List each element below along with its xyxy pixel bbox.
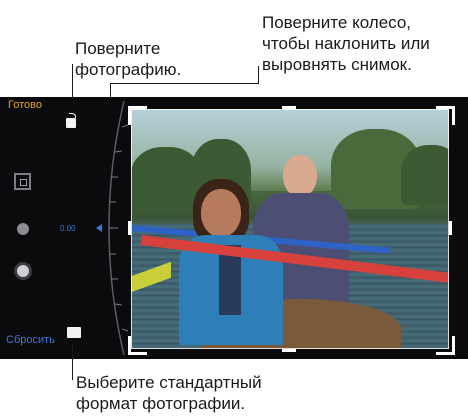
crop-handle-bottom[interactable] [282, 349, 296, 352]
photo-girl [171, 179, 301, 349]
callout-rotate-photo-line-1: Поверните [75, 39, 161, 58]
callout-turn-wheel: Поверните колесо, чтобы наклонить или вы… [262, 12, 430, 75]
crop-handle-top-left[interactable] [128, 106, 147, 125]
crop-icon[interactable] [14, 173, 31, 190]
photo-editor-screen: Готово 0.00 Сбросить [0, 97, 468, 359]
callout-standard-format: Выберите стандартный формат фотографии. [76, 372, 262, 414]
callout-rotate-photo: Поверните фотографию. [75, 38, 181, 80]
photo-preview[interactable] [131, 109, 449, 349]
reset-button[interactable]: Сбросить [6, 334, 55, 346]
crop-handle-left[interactable] [128, 221, 131, 235]
photo-girl-head [201, 189, 241, 237]
aspect-ratio-icon[interactable] [67, 327, 81, 338]
adjust-icon[interactable] [17, 223, 29, 235]
crop-handle-bottom-right[interactable] [436, 336, 455, 355]
crop-handle-top[interactable] [282, 106, 296, 109]
photo-tree [401, 145, 449, 205]
callout-turn-wheel-line-1: Поверните колесо, [262, 13, 412, 32]
callout-wheel-line-v [258, 66, 259, 84]
callout-turn-wheel-line-2: чтобы наклонить или [262, 34, 430, 53]
callout-format-line-2: формат фотографии. [76, 394, 246, 413]
crop-handle-right[interactable] [449, 221, 452, 235]
angle-indicator: 0.00 [60, 224, 76, 233]
straighten-wheel[interactable] [76, 97, 136, 359]
callout-format-line-1: Выберите стандартный [76, 373, 262, 392]
crop-handle-top-right[interactable] [436, 106, 455, 125]
crop-edge-top [131, 109, 449, 110]
light-icon[interactable] [17, 265, 29, 277]
callout-format-line [72, 344, 73, 380]
callout-wheel-line-h [110, 83, 259, 84]
crop-handle-bottom-left[interactable] [128, 336, 147, 355]
done-button[interactable]: Готово [8, 99, 42, 111]
crop-edge-left [131, 109, 132, 349]
callout-rotate-photo-line-2: фотографию. [75, 60, 182, 79]
rotate-icon[interactable] [66, 113, 76, 128]
callout-turn-wheel-line-3: выровнять снимок. [262, 55, 412, 74]
